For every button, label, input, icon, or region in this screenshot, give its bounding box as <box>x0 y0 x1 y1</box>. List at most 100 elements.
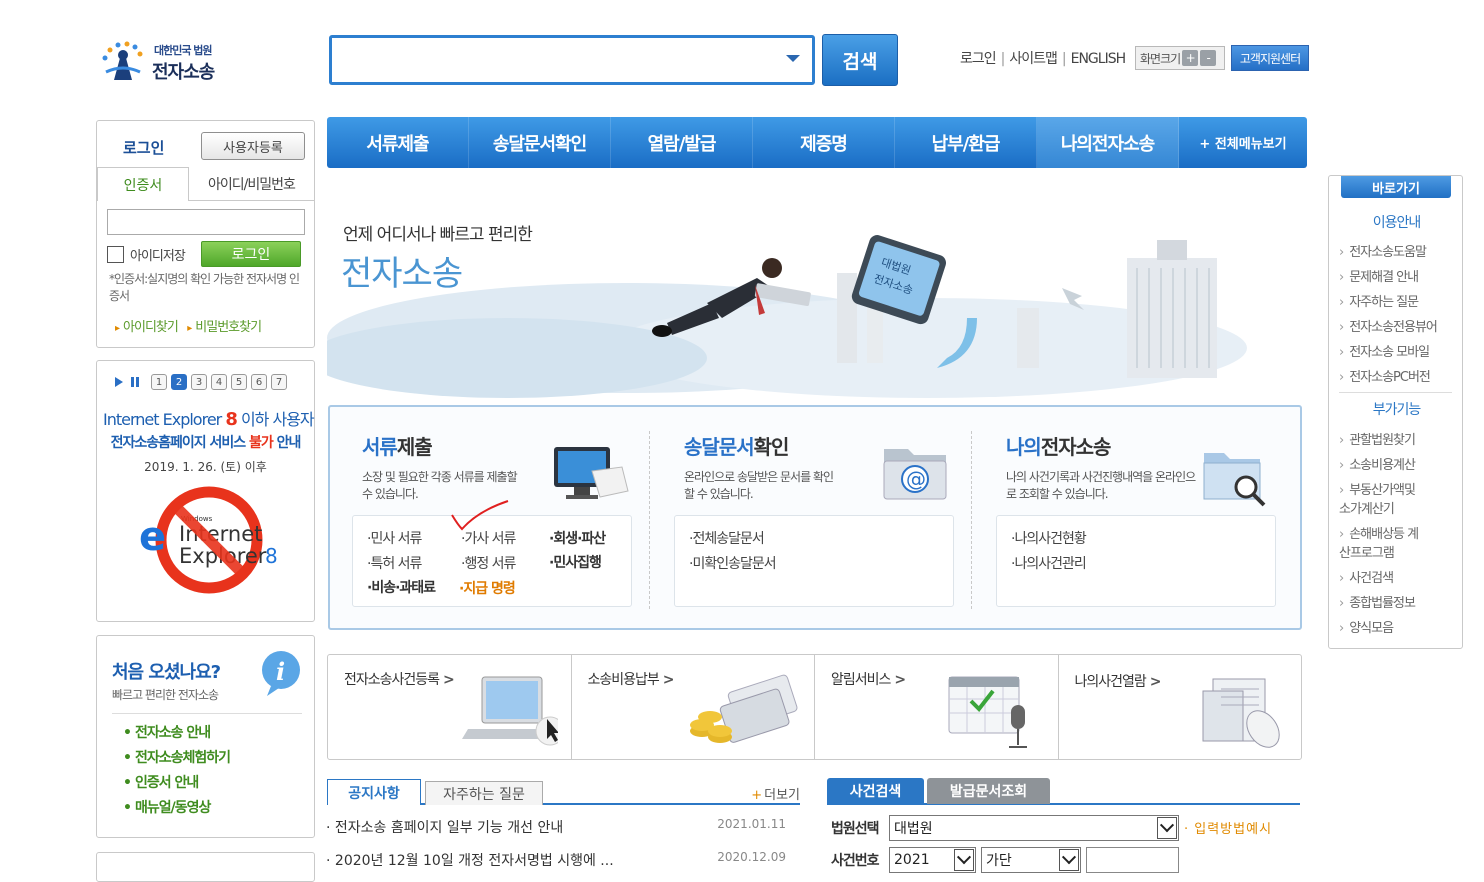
link-admin-docs[interactable]: ·행정 서류 <box>461 553 516 573</box>
first-visit-panel: 처음 오셨나요? 빠르고 편리한 전자소송 i 전자소송 안내 전자소송체험하기… <box>96 635 315 838</box>
register-button[interactable]: 사용자등록 <box>201 132 305 160</box>
notice-row[interactable]: · 전자소송 홈페이지 일부 기능 개선 안내 2021.01.11 <box>326 817 786 837</box>
list-item[interactable]: 전자소송 모바일 <box>1339 340 1437 365</box>
zoom-in-button[interactable]: + <box>1182 50 1199 66</box>
list-item[interactable]: 전자소송체험하기 <box>123 747 231 772</box>
link-civil-execution[interactable]: ·민사집행 <box>549 552 602 572</box>
checkbox-icon[interactable] <box>107 246 124 263</box>
quick-tiles: 전자소송사건등록 > 소송비용납부 > 알림서비스 > 나의사건열람 > <box>327 654 1302 760</box>
notice-title[interactable]: · 전자소송 홈페이지 일부 기능 개선 안내 <box>326 817 563 837</box>
list-item[interactable]: 부동산가액및 소가계산기 <box>1339 478 1429 522</box>
tab-certificate[interactable]: 인증서 <box>97 167 189 201</box>
tile-my-case-view[interactable]: 나의사건열람 > <box>1059 655 1302 759</box>
nav-document-submit[interactable]: 서류제출 <box>327 117 469 168</box>
link-payment-order[interactable]: ·지급 명령 <box>459 578 516 598</box>
save-id-checkbox[interactable]: 아이디저장 <box>107 245 186 264</box>
list-item[interactable]: 문제해결 안내 <box>1339 265 1437 290</box>
list-item[interactable]: 손해배상등 계산프로그램 <box>1339 522 1429 566</box>
link-unread-delivery[interactable]: ·미확인송달문서 <box>689 553 777 573</box>
chevron-down-icon[interactable] <box>1059 849 1079 871</box>
list-item[interactable]: 사건검색 <box>1339 566 1457 591</box>
nav-my-ecase[interactable]: 나의전자소송 <box>1037 117 1179 168</box>
link-civil-docs[interactable]: ·민사 서류 <box>367 528 422 548</box>
court-select[interactable]: 대법원 <box>889 815 1179 841</box>
list-item[interactable]: 종합법률정보 <box>1339 591 1457 616</box>
screen-size-label: 화면크기 <box>1140 51 1181 66</box>
slide-page[interactable]: 4 <box>211 374 227 390</box>
quick-section-extra: 부가기능 <box>1372 402 1422 418</box>
court-logo[interactable]: 대한민국 법원 전자소송 <box>100 38 240 88</box>
case-year-select[interactable]: 2021 <box>889 847 976 873</box>
chevron-down-icon[interactable] <box>1157 817 1177 839</box>
list-item[interactable]: 자주하는 질문 <box>1339 290 1437 315</box>
service-desc: 온라인으로 송달받은 문서를 확인 할 수 있습니다. <box>684 470 834 501</box>
notice-row[interactable]: · 2020년 12월 10일 개정 전자서명법 시행에 ... 2020.12… <box>326 850 786 870</box>
nav-payment-refund[interactable]: 납부/환급 <box>895 117 1037 168</box>
link-family-docs[interactable]: ·가사 서류 <box>461 528 516 548</box>
tab-issued-docs[interactable]: 발급문서조회 <box>927 778 1050 804</box>
chevron-down-icon[interactable] <box>786 55 800 62</box>
list-item[interactable]: 관할법원찾기 <box>1339 428 1457 453</box>
pause-icon[interactable] <box>131 377 139 387</box>
search-input[interactable] <box>329 35 815 85</box>
login-button[interactable]: 로그인 <box>201 241 301 267</box>
input-example-link[interactable]: · 입력방법예시 <box>1184 818 1272 837</box>
slide-page[interactable]: 5 <box>231 374 247 390</box>
tile-notification[interactable]: 알림서비스 > <box>815 655 1059 759</box>
quick-menu: 바로가기 이용안내 전자소송도움말 문제해결 안내 자주하는 질문 전자소송전용… <box>1328 175 1463 649</box>
list-item[interactable]: 인증서 안내 <box>123 772 230 797</box>
ie-blocked-icon[interactable]: e Windows Internet Explorer 8 <box>129 485 289 595</box>
list-item[interactable]: 전자소송PC버전 <box>1339 365 1437 390</box>
tile-case-register[interactable]: 전자소송사건등록 > <box>328 655 572 759</box>
list-item[interactable]: 양식모음 <box>1339 616 1457 641</box>
case-type-select[interactable]: 가단 <box>981 847 1081 873</box>
tab-id-password[interactable]: 아이디/비밀번호 <box>189 167 314 201</box>
slide-page[interactable]: 1 <box>151 374 167 390</box>
ie-notice-line1: Internet Explorer 8 이하 사용자 <box>103 409 315 430</box>
all-menu-button[interactable]: + 전체메뉴보기 <box>1179 117 1307 168</box>
link-my-case-manage[interactable]: ·나의사건관리 <box>1011 553 1087 573</box>
link-patent-docs[interactable]: ·특허 서류 <box>367 553 422 573</box>
find-id-link[interactable]: 아이디찾기 <box>123 320 179 335</box>
certificate-input[interactable] <box>107 209 305 235</box>
link-all-delivery[interactable]: ·전체송달문서 <box>689 528 765 548</box>
ie-notice-line2: 전자소송홈페이지 서비스 불가 안내 <box>110 435 302 451</box>
link-noncontentious[interactable]: ·비송·과태료 <box>367 577 436 597</box>
zoom-out-button[interactable]: - <box>1200 50 1217 66</box>
search-button[interactable]: 검색 <box>822 34 898 86</box>
tab-faq[interactable]: 자주하는 질문 <box>425 781 543 805</box>
link-rehab-bankruptcy[interactable]: ·회생·파산 <box>549 528 606 548</box>
folder-search-icon <box>1203 453 1266 507</box>
support-center-button[interactable]: 고객지원센터 <box>1231 45 1309 71</box>
list-item[interactable]: 매뉴얼/동영상 <box>123 797 230 822</box>
login-link[interactable]: 로그인 <box>960 51 997 67</box>
slide-page[interactable]: 6 <box>251 374 267 390</box>
case-number-input[interactable] <box>1086 847 1179 873</box>
list-item[interactable]: 전자소송 안내 <box>123 722 230 747</box>
list-item[interactable]: 전자소송도움말 <box>1339 240 1437 265</box>
service-title: 송달문서확인 <box>684 435 789 459</box>
more-link[interactable]: + 더보기 <box>751 784 800 803</box>
link-my-case-status[interactable]: ·나의사건현황 <box>1011 528 1087 548</box>
tile-fee-payment[interactable]: 소송비용납부 > <box>572 655 815 759</box>
sitemap-link[interactable]: 사이트맵 <box>1009 51 1058 67</box>
notice-title[interactable]: · 2020년 12월 10일 개정 전자서명법 시행에 ... <box>326 850 614 870</box>
nav-view-issue[interactable]: 열람/발급 <box>611 117 753 168</box>
nav-delivery-check[interactable]: 송달문서확인 <box>469 117 611 168</box>
svg-text:8: 8 <box>265 544 278 568</box>
credit-card-coins-icon <box>689 674 797 743</box>
list-item[interactable]: 소송비용계산 <box>1339 453 1457 478</box>
slide-page-active[interactable]: 2 <box>171 374 187 390</box>
case-search-tabs: 사건검색 발급문서조회 <box>827 778 1300 805</box>
tab-case-search[interactable]: 사건검색 <box>827 778 924 804</box>
slide-page[interactable]: 7 <box>271 374 287 390</box>
find-password-link[interactable]: 비밀번호찾기 <box>195 320 262 335</box>
english-link[interactable]: ENGLISH <box>1071 51 1127 67</box>
service-desc: 소장 및 필요한 각종 서류를 제출할 수 있습니다. <box>362 470 518 501</box>
slide-page[interactable]: 3 <box>191 374 207 390</box>
list-item[interactable]: 전자소송전용뷰어 <box>1339 315 1438 340</box>
chevron-down-icon[interactable] <box>954 849 974 871</box>
play-icon[interactable] <box>115 377 123 387</box>
nav-certificate[interactable]: 제증명 <box>753 117 895 168</box>
tab-notice[interactable]: 공지사항 <box>327 779 421 805</box>
